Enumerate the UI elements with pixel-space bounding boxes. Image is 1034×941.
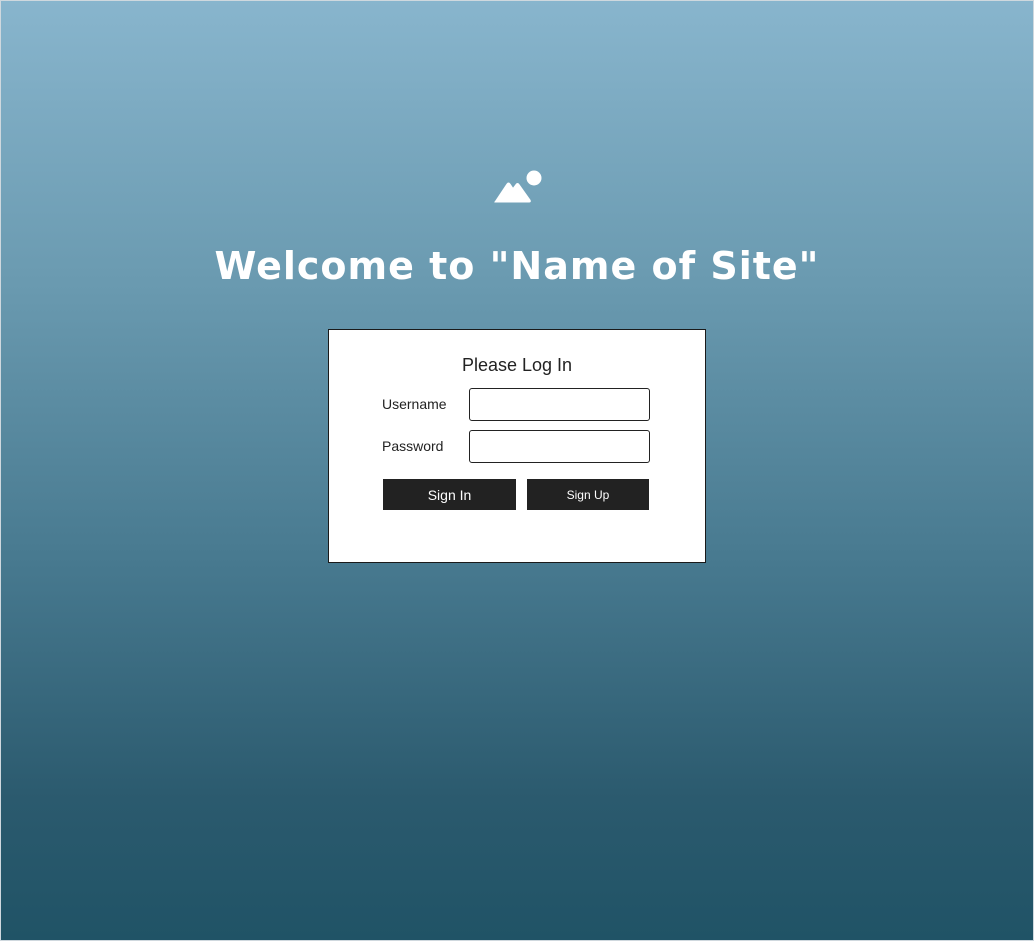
password-input[interactable] (469, 430, 650, 463)
login-form: Please Log In Username Password Sign In … (328, 329, 706, 563)
mountain-sun-icon (494, 170, 542, 203)
username-label: Username (382, 396, 447, 412)
sign-up-button[interactable]: Sign Up (527, 479, 649, 510)
sign-in-button[interactable]: Sign In (383, 479, 516, 510)
login-heading: Please Log In (461, 355, 573, 375)
password-label: Password (382, 438, 444, 454)
page-background: Welcome to "Name of Site" Please Log In … (0, 0, 1034, 941)
page-title: Welcome to "Name of Site" (214, 244, 820, 288)
username-input[interactable] (469, 388, 650, 421)
